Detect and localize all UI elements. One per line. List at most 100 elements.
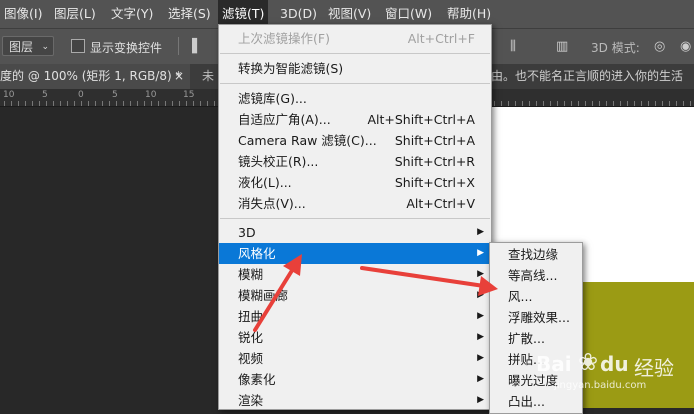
menu-item-vanishing-point[interactable]: 消失点(V)... Alt+Ctrl+V <box>219 193 491 214</box>
menu-item-convert-smart-filter[interactable]: 转换为智能滤镜(S) <box>219 58 491 79</box>
ruler-tick <box>116 101 117 106</box>
ruler-tick <box>186 101 187 106</box>
ruler-tick <box>53 101 54 106</box>
ruler-tick <box>662 101 663 106</box>
menu-separator <box>220 53 490 54</box>
3d-mode-label: 3D 模式: <box>591 41 640 55</box>
menu-item-video[interactable]: 视频 ▶ <box>219 348 491 369</box>
chevron-down-icon: ⌄ <box>41 42 49 52</box>
ruler-tick <box>494 101 495 106</box>
ruler-tick <box>634 101 635 106</box>
menu-item-label: 液化(L)... <box>238 175 292 190</box>
orbit-3d-icon[interactable]: ◎ <box>654 39 665 54</box>
menu-type[interactable]: 文字(Y) <box>107 0 157 28</box>
menu-item-label: 滤镜库(G)... <box>238 91 307 106</box>
menu-item-shortcut: Alt+Ctrl+V <box>406 196 475 211</box>
ruler-tick <box>18 101 19 106</box>
show-transform-label: 显示变换控件 <box>90 41 163 55</box>
menu-item-label: 锐化 <box>238 330 264 345</box>
menu-item-adaptive-wide-angle[interactable]: 自适应广角(A)... Alt+Shift+Ctrl+A <box>219 109 491 130</box>
menu-item-blur-gallery[interactable]: 模糊画廊 ▶ <box>219 285 491 306</box>
ruler-tick <box>109 101 110 106</box>
submenu-item-trace-contour[interactable]: 等高线... <box>490 265 582 286</box>
menu-item-label: 模糊画廊 <box>238 288 289 303</box>
ruler-number: 0 <box>78 90 84 100</box>
divider <box>178 37 179 55</box>
ruler-tick <box>571 101 572 106</box>
layer-select-dropdown[interactable]: 图层 ⌄ <box>2 36 54 56</box>
ruler-tick <box>130 101 131 106</box>
ruler-tick <box>81 101 82 106</box>
menu-item-label: 上次滤镜操作(F) <box>238 31 330 46</box>
ruler-tick <box>193 101 194 106</box>
distribute-icon[interactable]: ⫼ <box>510 39 516 54</box>
ruler-tick <box>627 101 628 106</box>
menu-image[interactable]: 图像(I) <box>0 0 46 28</box>
ruler-tick <box>39 101 40 106</box>
submenu-item-find-edges[interactable]: 查找边缘 <box>490 244 582 265</box>
ruler-tick <box>67 101 68 106</box>
menu-item-label: 风... <box>508 289 533 304</box>
ruler-number: 10 <box>3 90 15 100</box>
ruler-tick <box>648 101 649 106</box>
watermark-brand-suffix: du <box>600 352 629 376</box>
tab-document-second[interactable]: 未 <box>202 64 214 89</box>
menu-item-3d[interactable]: 3D ▶ <box>219 222 491 243</box>
submenu-arrow-icon: ▶ <box>477 332 484 342</box>
menu-item-shortcut: Shift+Ctrl+A <box>394 133 475 148</box>
baidu-watermark: Bai ❀ du 经验 jingyan.baidu.com <box>534 348 694 400</box>
watermark-url: jingyan.baidu.com <box>554 380 647 391</box>
ruler-tick <box>669 101 670 106</box>
menu-item-distort[interactable]: 扭曲 ▶ <box>219 306 491 327</box>
menu-item-pixelate[interactable]: 像素化 ▶ <box>219 369 491 390</box>
menu-item-label: 查找边缘 <box>508 247 559 262</box>
ruler-tick <box>4 101 5 106</box>
ruler-tick <box>606 101 607 106</box>
submenu-item-emboss[interactable]: 浮雕效果... <box>490 307 582 328</box>
ruler-tick <box>158 101 159 106</box>
menu-item-label: 转换为智能滤镜(S) <box>238 61 344 76</box>
menu-item-shortcut: Shift+Ctrl+R <box>394 154 475 169</box>
submenu-item-diffuse[interactable]: 扩散... <box>490 328 582 349</box>
close-icon[interactable]: × <box>174 64 184 89</box>
tab-document-status-text: 由。也不能名正言顺的进入你的生活 <box>491 69 684 83</box>
menu-item-stylize[interactable]: 风格化 ▶ <box>219 243 491 264</box>
menu-item-liquify[interactable]: 液化(L)... Shift+Ctrl+X <box>219 172 491 193</box>
menu-item-label: 模糊 <box>238 267 264 282</box>
submenu-item-wind[interactable]: 风... <box>490 286 582 307</box>
menu-item-camera-raw[interactable]: Camera Raw 滤镜(C)... Shift+Ctrl+A <box>219 130 491 151</box>
menu-item-label: 等高线... <box>508 268 558 283</box>
ruler-tick <box>74 101 75 106</box>
ruler-number: 15 <box>183 90 195 100</box>
roll-3d-icon[interactable]: ◉ <box>680 39 691 54</box>
ruler-tick <box>123 101 124 106</box>
menu-item-label: 镜头校正(R)... <box>238 154 319 169</box>
align-top-icon[interactable]: ▐ <box>187 39 197 54</box>
ruler-tick <box>529 101 530 106</box>
tab-document-title: 度的 @ 100% (矩形 1, RGB/8) * <box>0 69 182 83</box>
ruler-tick <box>550 101 551 106</box>
menu-layer[interactable]: 图层(L) <box>50 0 100 28</box>
ruler-number: 5 <box>112 90 118 100</box>
tab-document-active[interactable]: 度的 @ 100% (矩形 1, RGB/8) * × <box>0 64 190 89</box>
ruler-tick <box>599 101 600 106</box>
ruler-tick <box>95 101 96 106</box>
watermark-brand: Bai <box>536 352 572 376</box>
menu-item-label: Camera Raw 滤镜(C)... <box>238 133 377 148</box>
auto-align-icon[interactable]: ▥ <box>556 39 568 54</box>
menu-item-label: 消失点(V)... <box>238 196 306 211</box>
menu-select[interactable]: 选择(S) <box>164 0 215 28</box>
ruler-tick <box>102 101 103 106</box>
ruler-tick <box>46 101 47 106</box>
menu-item-blur[interactable]: 模糊 ▶ <box>219 264 491 285</box>
menu-item-label: 扩散... <box>508 331 545 346</box>
menu-item-shortcut: Alt+Ctrl+F <box>407 31 475 46</box>
ruler-tick <box>536 101 537 106</box>
menu-item-filter-gallery[interactable]: 滤镜库(G)... <box>219 88 491 109</box>
show-transform-checkbox[interactable] <box>71 39 85 53</box>
menu-item-sharpen[interactable]: 锐化 ▶ <box>219 327 491 348</box>
submenu-arrow-icon: ▶ <box>477 311 484 321</box>
menu-item-lens-correction[interactable]: 镜头校正(R)... Shift+Ctrl+R <box>219 151 491 172</box>
menu-item-label: 风格化 <box>238 246 276 261</box>
menu-item-label: 浮雕效果... <box>508 310 570 325</box>
